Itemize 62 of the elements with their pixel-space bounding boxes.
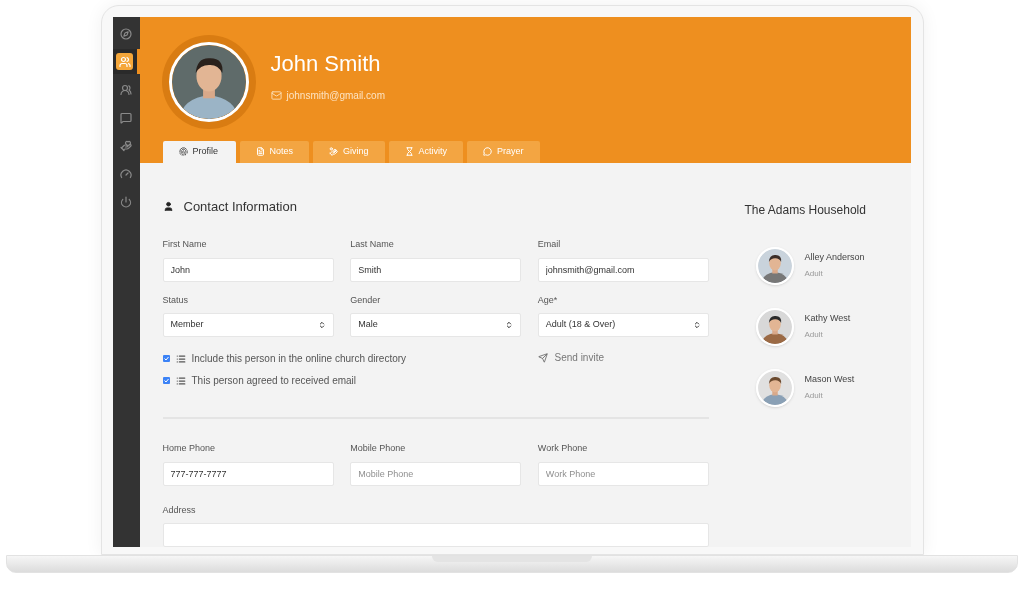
member-role: Adult	[804, 267, 824, 280]
list-icon	[175, 353, 186, 364]
checkbox[interactable]	[162, 377, 170, 384]
select-field[interactable]: Adult (18 & Over)	[537, 313, 709, 337]
chat-icon	[120, 111, 132, 124]
field-label: Age*	[537, 293, 559, 307]
hourglass-icon	[404, 147, 414, 156]
checkbox-label: Include this person in the online church directory	[191, 352, 407, 366]
section-title: Contact Information	[183, 197, 297, 216]
field-label: Work Phone	[537, 442, 589, 455]
note-icon	[255, 147, 265, 156]
gauge-icon	[120, 167, 132, 180]
member-role: Adult	[804, 389, 824, 402]
field-label: Address	[162, 503, 197, 517]
member-item[interactable]: Alley Anderson Adult	[755, 246, 866, 285]
profile-name: John Smith	[270, 50, 382, 78]
select-arrows-icon	[505, 321, 514, 329]
member-name: Mason West	[804, 373, 855, 387]
paper-plane-icon	[537, 352, 548, 363]
list-icon	[175, 375, 186, 386]
power-icon	[120, 195, 132, 208]
input-field[interactable]: John	[162, 257, 334, 282]
profile-email: johnsmith@gmail.com	[286, 89, 385, 103]
select-field[interactable]: Member	[162, 313, 334, 337]
input-field[interactable]: Mobile Phone	[350, 461, 522, 486]
checkbox-label: This person agreed to received email	[191, 374, 357, 388]
household-title: The Adams Household	[744, 201, 866, 219]
heart-hand-icon	[120, 139, 132, 152]
mail-icon	[270, 90, 282, 101]
compass-icon	[120, 27, 132, 40]
input-field[interactable]: johnsmith@gmail.com	[537, 257, 709, 282]
field-label: Email	[537, 238, 562, 251]
member-role: Adult	[804, 328, 824, 341]
people-icon	[118, 55, 131, 68]
input-field[interactable]: Work Phone	[537, 461, 709, 486]
input-field[interactable]	[162, 523, 709, 547]
input-field[interactable]: Smith	[350, 257, 522, 282]
checkbox[interactable]	[162, 355, 170, 362]
field-label: Home Phone	[162, 442, 217, 455]
field-label: Status	[162, 293, 189, 307]
hand-icon	[329, 147, 338, 156]
member-name: Kathy West	[804, 312, 851, 326]
check-icon	[163, 356, 169, 361]
sidebar-item[interactable]	[112, 49, 140, 74]
member-name: Alley Anderson	[804, 251, 865, 265]
person-icon	[162, 200, 174, 212]
select-arrows-icon	[692, 321, 701, 329]
input-field[interactable]: 777-777-7777	[162, 461, 334, 486]
group-icon	[120, 83, 132, 96]
field-label: Mobile Phone	[350, 442, 407, 455]
field-label: First Name	[162, 238, 208, 251]
member-item[interactable]: Mason West Adult	[755, 368, 866, 407]
check-icon	[163, 378, 169, 383]
select-arrows-icon	[317, 321, 326, 329]
tab[interactable]: Profile	[162, 140, 236, 163]
speech-bubble-icon	[483, 147, 493, 156]
select-field[interactable]: Male	[350, 313, 522, 337]
send-invite-link[interactable]: Send invite	[537, 351, 604, 364]
member-item[interactable]: Kathy West Adult	[755, 307, 866, 346]
field-label: Gender	[350, 293, 382, 307]
field-label: Last Name	[350, 238, 395, 251]
fingerprint-icon	[178, 147, 188, 156]
